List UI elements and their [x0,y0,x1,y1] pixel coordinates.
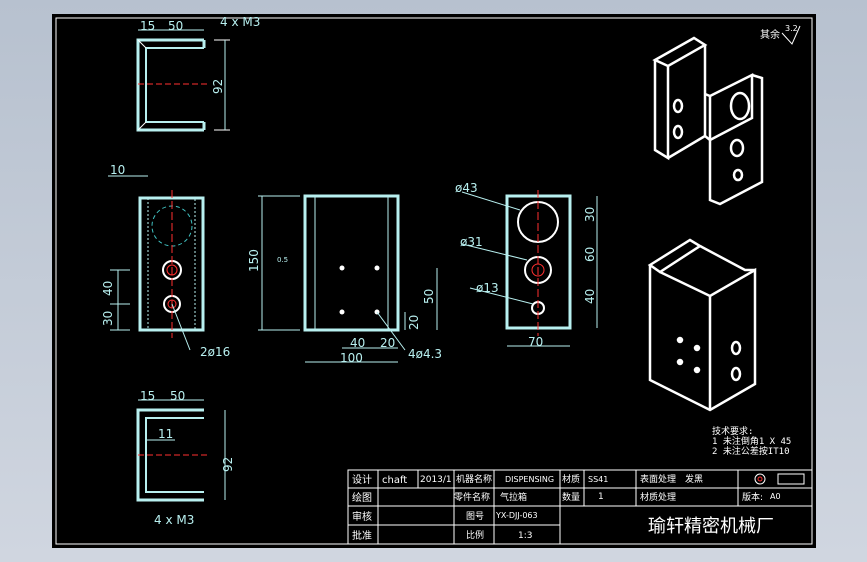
dim-right-d31: ø31 [460,235,483,249]
notes-title: 技术要求: [712,425,753,437]
dim-bot-15: 15 [140,389,155,403]
dim-front-100: 100 [340,351,363,365]
approve-label: 批准 [352,529,372,542]
material-label: 材质 [562,473,580,485]
quantity-value: 1 [598,492,604,502]
cad-viewport: 15 50 4 x M3 92 10 40 30 2ø16 150 0.5 10… [0,0,867,562]
scale-value: 1:3 [518,531,532,541]
dim-top-50: 50 [168,19,183,33]
heat-label: 材质处理 [640,491,676,503]
dim-side-10: 10 [110,163,125,177]
part-name: 气拉箱 [500,491,527,503]
dim-top-92: 92 [211,79,225,94]
dim-bot-11: 11 [158,427,173,441]
note-2: 2 未注公差按IT10 [712,445,790,457]
surface-label: 表面处理 [640,473,676,485]
note-1: 1 未注倒角1 X 45 [712,435,791,447]
dim-front-40: 40 [350,336,365,350]
drawing-no-label: 图号 [466,511,484,522]
dim-side-30: 30 [101,311,115,326]
designer-name: chaft [382,475,407,486]
surface-value: 发黑 [685,473,703,485]
machine-name: DISPENSING [505,475,554,484]
design-date: 2013/1 [420,475,452,485]
dim-front-small: 0.5 [277,256,288,264]
dim-right-d43: ø43 [455,181,478,195]
dim-front-20a: 20 [407,315,421,330]
dim-front-150: 150 [247,249,261,272]
dim-front-20b: 20 [380,336,395,350]
version-value: A0 [770,492,781,501]
dim-side-hole: 2ø16 [200,345,230,359]
review-label: 审核 [352,510,372,523]
dim-right-40: 40 [583,289,597,304]
design-label: 设计 [352,473,372,486]
dim-front-holes: 4ø4.3 [408,347,442,361]
quantity-label: 数量 [562,491,580,503]
dim-bot-50: 50 [170,389,185,403]
dim-bot-thread: 4 x M3 [154,513,194,527]
drawing-label: 绘图 [352,491,372,504]
roughness-label: 其余 [760,28,780,41]
dim-right-30: 30 [583,207,597,222]
machine-name-label: 机器名称 [456,473,492,485]
dim-right-70: 70 [528,335,543,349]
dim-right-60: 60 [583,247,597,262]
engineering-drawing: 15 50 4 x M3 92 10 40 30 2ø16 150 0.5 10… [52,14,816,548]
dim-front-50: 50 [422,289,436,304]
drawing-no: YX-DJJ-063 [495,511,538,520]
dim-top-thread: 4 x M3 [220,15,260,29]
company-name: 瑜轩精密机械厂 [648,516,774,537]
drawing-sheet [52,14,816,548]
scale-label: 比例 [466,529,484,541]
roughness-value: 3.2 [785,24,798,33]
part-name-label: 零件名称 [454,491,490,503]
version-label: 版本: [742,491,763,503]
dim-side-40: 40 [101,281,115,296]
dim-bot-92: 92 [221,457,235,472]
material-value: SS41 [588,475,608,484]
dim-top-15: 15 [140,19,155,33]
dim-right-d13: ø13 [476,281,499,295]
